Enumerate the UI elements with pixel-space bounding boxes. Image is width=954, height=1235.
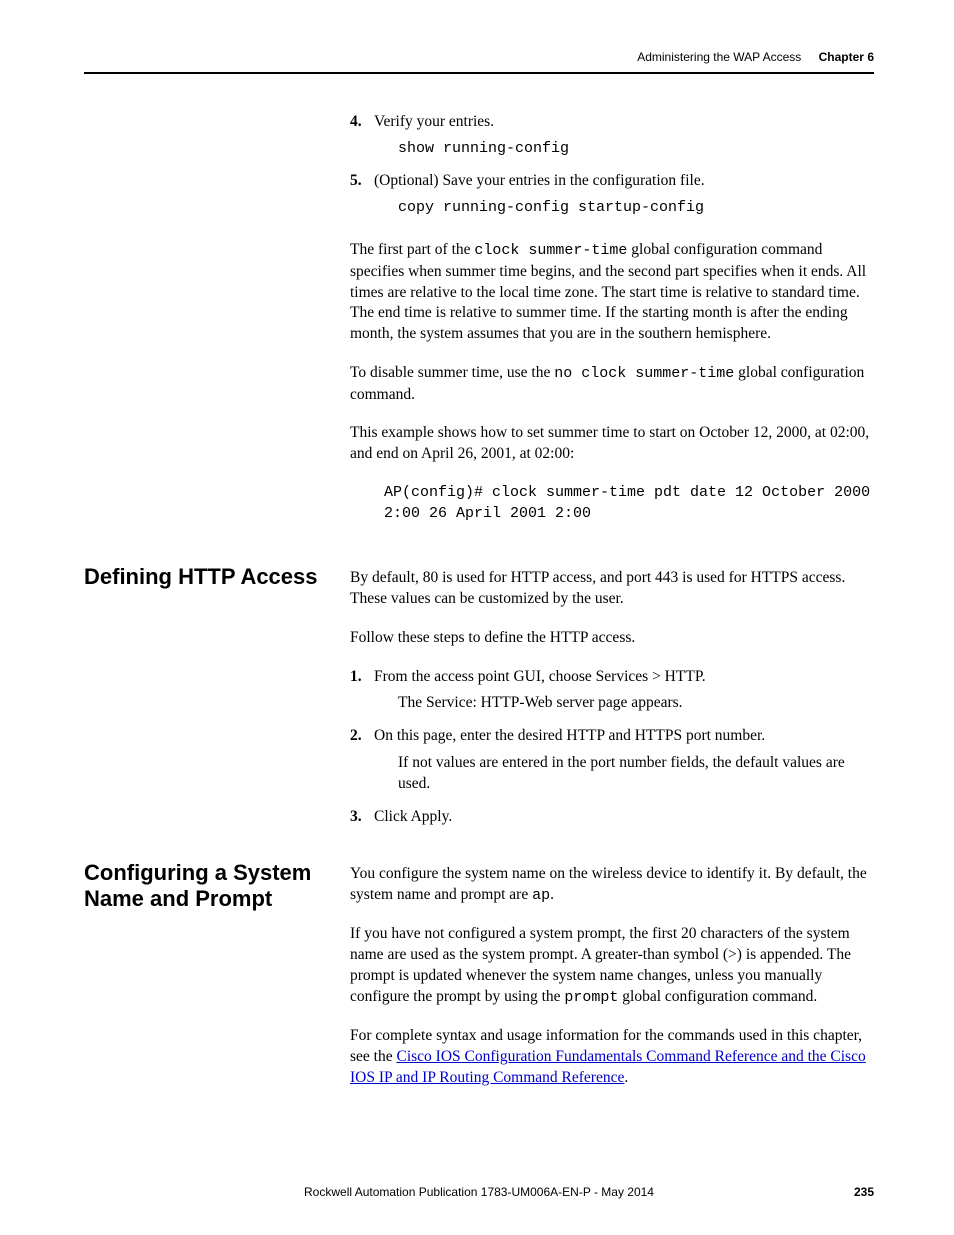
step-number: 1. [350, 667, 362, 688]
text: . [550, 886, 554, 903]
step-number: 5. [350, 171, 362, 192]
step-text: On this page, enter the desired HTTP and… [374, 727, 765, 744]
content-column: 4. Verify your entries. show running-con… [350, 112, 874, 1089]
http-intro: By default, 80 is used for HTTP access, … [350, 568, 874, 610]
inline-code: no clock summer-time [554, 365, 734, 382]
text: . [624, 1069, 628, 1086]
step-text: From the access point GUI, choose Servic… [374, 668, 706, 685]
sysname-p1: You configure the system name on the wir… [350, 864, 874, 906]
text: You configure the system name on the wir… [350, 865, 867, 903]
paragraph-disable-summer-time: To disable summer time, use the no clock… [350, 363, 874, 405]
step-5: 5. (Optional) Save your entries in the c… [374, 171, 874, 218]
step-sub: The Service: HTTP-Web server page appear… [398, 693, 874, 714]
step-sub: If not values are entered in the port nu… [398, 753, 874, 795]
step-code: copy running-config startup-config [398, 198, 874, 218]
http-step-1: 1. From the access point GUI, choose Ser… [374, 667, 874, 715]
heading-system-name: Configuring a System Name and Prompt [84, 860, 324, 913]
step-number: 2. [350, 726, 362, 747]
step-code: show running-config [398, 139, 874, 159]
step-4: 4. Verify your entries. show running-con… [374, 112, 874, 159]
footer-publication: Rockwell Automation Publication 1783-UM0… [304, 1185, 654, 1199]
heading-http-access: Defining HTTP Access [84, 564, 324, 590]
paragraph-summer-time-explain: The first part of the clock summer-time … [350, 240, 874, 345]
http-step-3: 3. Click Apply. [374, 807, 874, 828]
section-system-name: Configuring a System Name and Prompt You… [350, 864, 874, 1089]
step-number: 3. [350, 807, 362, 828]
page-number: 235 [854, 1185, 874, 1199]
http-step-2: 2. On this page, enter the desired HTTP … [374, 726, 874, 795]
inline-code: clock summer-time [474, 242, 627, 259]
step-text: Click Apply. [374, 808, 452, 825]
text: global configuration command. [618, 988, 817, 1005]
page-footer: Rockwell Automation Publication 1783-UM0… [84, 1185, 874, 1199]
text: To disable summer time, use the [350, 364, 554, 381]
step-text: (Optional) Save your entries in the conf… [374, 172, 705, 189]
section-http-access: Defining HTTP Access By default, 80 is u… [350, 568, 874, 828]
step-text: Verify your entries. [374, 113, 494, 130]
sysname-p2: If you have not configured a system prom… [350, 924, 874, 1008]
http-follow: Follow these steps to define the HTTP ac… [350, 628, 874, 649]
page-header: Administering the WAP Access Chapter 6 [84, 50, 874, 74]
http-steps-list: 1. From the access point GUI, choose Ser… [350, 667, 874, 829]
text: The first part of the [350, 241, 474, 258]
top-steps-list: 4. Verify your entries. show running-con… [350, 112, 874, 218]
inline-code: ap [532, 887, 550, 904]
step-number: 4. [350, 112, 362, 133]
header-chapter: Chapter 6 [819, 50, 874, 64]
inline-code: prompt [564, 989, 618, 1006]
page: Administering the WAP Access Chapter 6 4… [0, 0, 954, 1235]
paragraph-example-intro: This example shows how to set summer tim… [350, 423, 874, 465]
sysname-p3: For complete syntax and usage informatio… [350, 1026, 874, 1089]
header-title: Administering the WAP Access [637, 50, 801, 64]
example-code-block: AP(config)# clock summer-time pdt date 1… [384, 483, 874, 524]
cisco-reference-link[interactable]: Cisco IOS Configuration Fundamentals Com… [350, 1048, 866, 1086]
